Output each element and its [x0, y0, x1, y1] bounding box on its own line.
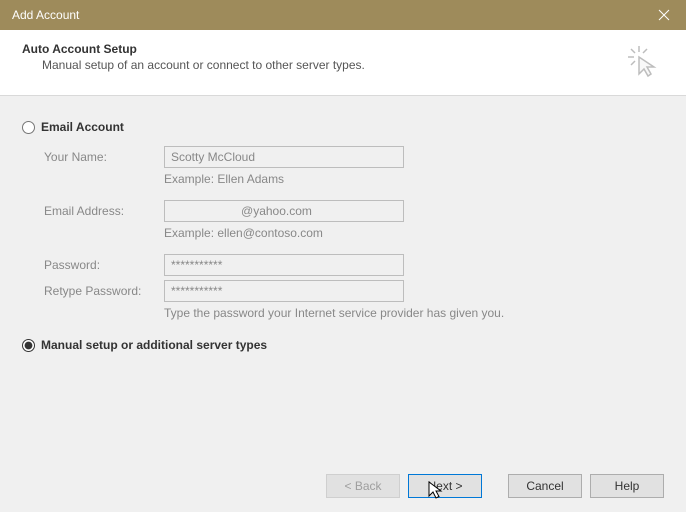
cancel-button[interactable]: Cancel: [508, 474, 582, 498]
close-icon: [658, 9, 670, 21]
password-input[interactable]: [164, 254, 404, 276]
manual-setup-radio[interactable]: [22, 339, 35, 352]
titlebar: Add Account: [0, 0, 686, 30]
help-button[interactable]: Help: [590, 474, 664, 498]
wizard-heading: Auto Account Setup: [22, 42, 365, 56]
email-input[interactable]: [164, 200, 404, 222]
email-hint: Example: ellen@contoso.com: [164, 226, 323, 240]
cursor-click-icon: [626, 44, 660, 78]
email-account-option[interactable]: Email Account: [22, 120, 664, 134]
retype-password-input[interactable]: [164, 280, 404, 302]
wizard-body: Email Account Your Name: Example: Ellen …: [0, 96, 686, 512]
wizard-header: Auto Account Setup Manual setup of an ac…: [0, 30, 686, 96]
manual-setup-option[interactable]: Manual setup or additional server types: [22, 338, 664, 352]
email-account-label: Email Account: [41, 120, 124, 134]
email-label: Email Address:: [44, 204, 164, 218]
password-hint: Type the password your Internet service …: [164, 306, 504, 320]
manual-setup-label: Manual setup or additional server types: [41, 338, 267, 352]
back-button: < Back: [326, 474, 400, 498]
your-name-label: Your Name:: [44, 150, 164, 164]
window-title: Add Account: [12, 8, 79, 22]
wizard-icon: [626, 44, 660, 81]
next-button[interactable]: Next >: [408, 474, 482, 498]
your-name-input[interactable]: [164, 146, 404, 168]
email-account-form: Your Name: Example: Ellen Adams Email Ad…: [44, 146, 664, 320]
wizard-buttons: < Back Next > Cancel Help: [326, 474, 664, 498]
your-name-hint: Example: Ellen Adams: [164, 172, 284, 186]
wizard-subheading: Manual setup of an account or connect to…: [22, 58, 365, 72]
retype-password-label: Retype Password:: [44, 284, 164, 298]
close-button[interactable]: [642, 0, 686, 30]
email-account-radio[interactable]: [22, 121, 35, 134]
password-label: Password:: [44, 258, 164, 272]
